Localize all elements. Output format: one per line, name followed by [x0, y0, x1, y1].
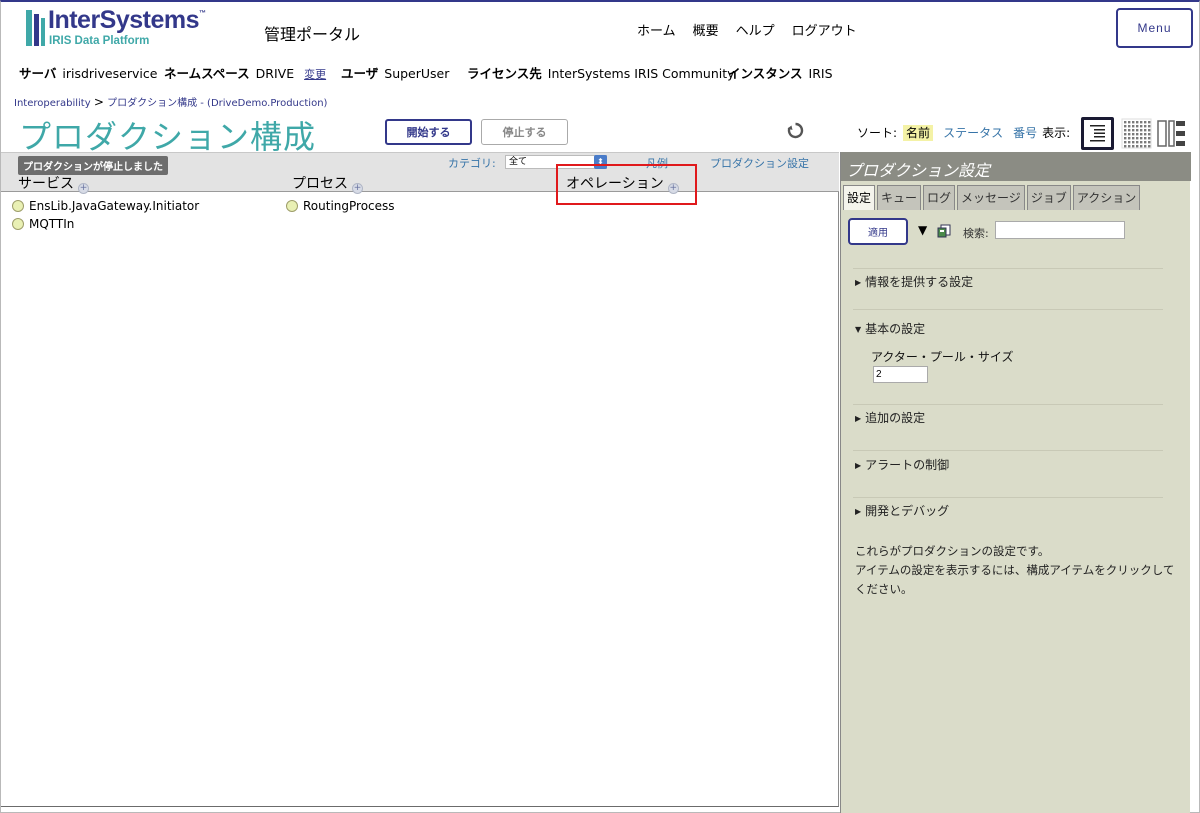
nav-help[interactable]: ヘルプ — [736, 20, 775, 39]
actor-pool-size-label: アクター・プール・サイズ — [871, 350, 1014, 364]
triangle-down-icon[interactable]: ▼ — [918, 223, 927, 237]
user-info: ユーザ SuperUser — [341, 66, 450, 81]
tab-settings[interactable]: 設定 — [843, 185, 876, 210]
status-dot-icon — [12, 200, 24, 212]
search-label: 検索: — [963, 227, 989, 240]
tab-queue[interactable]: キュー — [877, 185, 922, 210]
category-label: カテゴリ: — [448, 157, 496, 170]
add-process-icon[interactable]: + — [352, 183, 363, 194]
logo-mark-icon — [26, 10, 45, 46]
apply-button[interactable]: 適用 — [848, 218, 908, 245]
nav-home[interactable]: ホーム — [637, 20, 676, 39]
start-button[interactable]: 開始する — [385, 119, 472, 145]
sort-by-status[interactable]: ステータス — [943, 126, 1003, 140]
divider — [853, 309, 1163, 310]
breadcrumb: Interoperability > プロダクション構成 - (DriveDem… — [14, 95, 328, 109]
service-item[interactable]: EnsLib.JavaGateway.Initiator — [12, 199, 199, 213]
instance-info: インスタンス IRIS — [728, 66, 833, 81]
divider — [853, 450, 1163, 451]
sort-bar: ソート: 名前 ステータス 番号 表示: — [857, 125, 1071, 141]
settings-tabs: 設定 キュー ログ メッセージ ジョブ アクション — [843, 185, 1141, 210]
settings-panel-title: プロダクション設定 — [841, 152, 1191, 181]
grid-view-icon[interactable] — [1121, 117, 1154, 150]
section-dev-debug[interactable]: ▶ 開発とデバッグ — [855, 502, 949, 519]
change-namespace-link[interactable]: 変更 — [304, 68, 326, 81]
section-informational-settings[interactable]: ▶ 情報を提供する設定 — [855, 273, 973, 290]
top-nav: ホーム 概要 ヘルプ ログアウト — [637, 20, 857, 39]
search-input[interactable] — [995, 221, 1125, 239]
tab-jobs[interactable]: ジョブ — [1026, 185, 1071, 210]
service-item[interactable]: MQTTIn — [12, 217, 74, 231]
section-alert-control[interactable]: ▶ アラートの制御 — [855, 456, 949, 473]
license-info: ライセンス先 InterSystems IRIS Community — [467, 66, 735, 81]
menu-button[interactable]: Menu — [1116, 8, 1193, 48]
section-additional-settings[interactable]: ▶ 追加の設定 — [855, 409, 925, 426]
services-column-header: サービス + — [18, 176, 89, 194]
tab-messages[interactable]: メッセージ — [957, 185, 1025, 210]
portal-title: 管理ポータル — [264, 25, 361, 44]
production-diagram: プロダクションが停止しました カテゴリ: 全て ⬍ 凡例 プロダクション設定 サー… — [1, 152, 839, 807]
settings-help-text: これらがプロダクションの設定です。 アイテムの設定を表示するには、構成アイテムを… — [855, 544, 1175, 596]
sort-by-number[interactable]: 番号 — [1013, 126, 1037, 140]
logo-subtitle: IRIS Data Platform — [49, 35, 150, 47]
logo-text: InterSystems™ — [48, 6, 206, 34]
breadcrumb-current[interactable]: プロダクション構成 — [107, 98, 197, 109]
production-settings-link[interactable]: プロダクション設定 — [710, 155, 809, 171]
divider — [853, 404, 1163, 405]
operations-highlight-box — [556, 164, 697, 205]
status-dot-icon — [286, 200, 298, 212]
tab-actions[interactable]: アクション — [1072, 185, 1141, 210]
breadcrumb-production: - (DriveDemo.Production) — [200, 98, 328, 109]
nav-logout[interactable]: ログアウト — [792, 20, 857, 39]
divider — [853, 268, 1163, 269]
tree-view-icon[interactable] — [1156, 117, 1189, 150]
processes-column-header: プロセス + — [292, 176, 363, 194]
tab-log[interactable]: ログ — [923, 185, 956, 210]
process-item[interactable]: RoutingProcess — [286, 199, 395, 213]
stop-button[interactable]: 停止する — [481, 119, 568, 145]
namespace-info: ネームスペース DRIVE 変更 — [164, 66, 327, 81]
sort-by-name[interactable]: 名前 — [903, 125, 934, 141]
server-info: サーバ irisdriveservice — [19, 66, 158, 81]
actor-pool-size-input[interactable] — [873, 366, 928, 383]
refresh-icon[interactable] — [787, 122, 804, 139]
copy-settings-icon[interactable] — [937, 224, 951, 238]
add-service-icon[interactable]: + — [78, 183, 89, 194]
status-dot-icon — [12, 218, 24, 230]
nav-about[interactable]: 概要 — [693, 20, 719, 39]
diagram-header: プロダクションが停止しました カテゴリ: 全て ⬍ 凡例 プロダクション設定 サー… — [1, 152, 839, 205]
divider — [853, 497, 1163, 498]
breadcrumb-interoperability[interactable]: Interoperability — [14, 98, 91, 109]
settings-panel: プロダクション設定 設定 キュー ログ メッセージ ジョブ アクション 適用 ▼… — [840, 152, 1191, 813]
intersystems-logo[interactable]: InterSystems™ IRIS Data Platform — [22, 6, 222, 52]
list-view-icon[interactable] — [1081, 117, 1114, 150]
section-basic-settings[interactable]: ▼ 基本の設定 — [855, 320, 925, 337]
